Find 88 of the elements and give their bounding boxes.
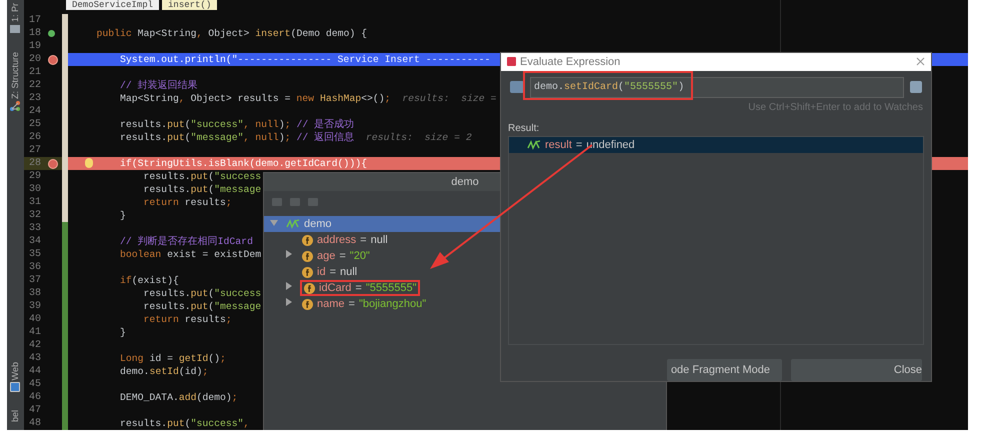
code-line: results.put("success	[144, 170, 262, 183]
breakpoint-icon[interactable]	[48, 158, 58, 168]
line-number: 38	[28, 287, 41, 300]
line-number: 19	[28, 40, 41, 53]
line-number: 37	[28, 274, 41, 287]
web-icon	[10, 382, 20, 392]
dialog-title: Evaluate Expression	[520, 54, 622, 70]
line-number: 47	[28, 404, 41, 417]
line-number: 41	[28, 326, 41, 339]
line-number: 45	[28, 378, 41, 391]
line-number: 27	[28, 144, 41, 157]
code-line: System.out.println("---------------- Service Insert -----------	[120, 53, 490, 66]
editor-tab[interactable]: insert()	[162, 0, 218, 10]
line-number: 20	[28, 53, 41, 66]
line-number: 29	[28, 170, 41, 183]
close-icon[interactable]	[916, 57, 925, 66]
line-number: 28	[28, 157, 41, 170]
line-number: 26	[28, 131, 41, 144]
watch-icon	[527, 140, 541, 150]
line-number: 33	[28, 222, 41, 235]
code-line: if(exist){	[120, 274, 179, 287]
line-number: 35	[28, 248, 41, 261]
code-line: results.put("success",	[120, 417, 250, 430]
code-line: return results;	[144, 313, 232, 326]
variable-entry[interactable]: age = "20"	[317, 248, 370, 264]
field-icon	[302, 298, 313, 310]
code-line: // 封装返回结果	[120, 79, 198, 92]
tool-window-label[interactable]: Web	[9, 362, 21, 380]
expand-arrow-icon[interactable]	[286, 282, 292, 290]
variable-entry[interactable]: id = null	[317, 264, 358, 280]
line-number: 22	[28, 79, 41, 92]
code-line: }	[120, 209, 126, 222]
folder-icon	[10, 25, 20, 34]
code-line: DEMO_DATA.add(demo);	[120, 391, 238, 404]
tool-window-label[interactable]: bel	[9, 410, 21, 422]
watch-icon	[286, 219, 300, 229]
variable-entry[interactable]: address = null	[317, 232, 388, 248]
line-number: 40	[28, 313, 41, 326]
line-number: 17	[28, 14, 41, 27]
code-line: results.put("message", null); // 返回信息 results: size = 2	[120, 131, 472, 144]
code-line: results.put("success	[144, 287, 262, 300]
code-line: demo.setId(id);	[120, 365, 208, 378]
line-number: 31	[28, 196, 41, 209]
line-number: 48	[28, 417, 41, 430]
editor-tab[interactable]: DemoServiceImpl	[66, 0, 160, 10]
dialog-button[interactable]: Close	[791, 359, 922, 381]
line-number: 23	[28, 92, 41, 105]
code-line: return results;	[144, 196, 232, 209]
expand-arrow-icon[interactable]	[286, 298, 292, 306]
code-line: // 判断是否存在相同IdCard	[120, 235, 253, 248]
line-number: 32	[28, 209, 41, 222]
code-line: Map<String, Object> results = new HashMap<>(); results: size =	[120, 92, 496, 105]
app-icon	[507, 57, 516, 66]
code-line: Long id = getId();	[120, 352, 226, 365]
field-icon	[302, 234, 313, 246]
breakpoint-icon[interactable]	[48, 54, 58, 64]
tool-window-label[interactable]: 1: Pr	[9, 3, 21, 22]
code-line: if(StringUtils.isBlank(demo.getIdCard())){	[120, 157, 367, 170]
code-line: boolean exist = existDem	[120, 248, 262, 261]
line-number: 42	[28, 339, 41, 352]
line-number: 21	[28, 66, 41, 79]
line-number: 43	[28, 352, 41, 365]
variable-entry[interactable]: name = "bojiangzhou"	[317, 296, 426, 312]
structure-icon	[10, 101, 20, 112]
tool-window-label[interactable]: Z: Structure	[9, 52, 21, 100]
result-label: Result:	[507, 122, 540, 136]
code-line: results.put("message	[144, 183, 262, 196]
line-number: 44	[28, 365, 41, 378]
line-number: 39	[28, 300, 41, 313]
field-icon	[304, 282, 315, 294]
code-line: results.put("message	[144, 300, 262, 313]
field-icon	[302, 266, 313, 278]
line-number: 36	[28, 261, 41, 274]
expression-field[interactable]: demo.setIdCard("5555555")	[530, 76, 904, 98]
code-line: }	[120, 326, 126, 339]
code-line: results.put("success", null); // 是否成功	[120, 118, 354, 131]
variable-entry[interactable]: demo	[304, 216, 332, 232]
line-number: 30	[28, 183, 41, 196]
line-number: 46	[28, 391, 41, 404]
line-number: 18	[28, 27, 41, 40]
line-number: 25	[28, 118, 41, 131]
line-number: 34	[28, 235, 41, 248]
expand-arrow-icon[interactable]	[286, 250, 292, 258]
dialog-button[interactable]: ode Fragment Mode	[667, 359, 782, 381]
field-icon	[302, 250, 313, 262]
line-number: 24	[28, 105, 41, 118]
lightbulb-icon[interactable]	[85, 158, 93, 168]
code-line: public Map<String, Object> insert(Demo demo) {	[96, 27, 367, 40]
